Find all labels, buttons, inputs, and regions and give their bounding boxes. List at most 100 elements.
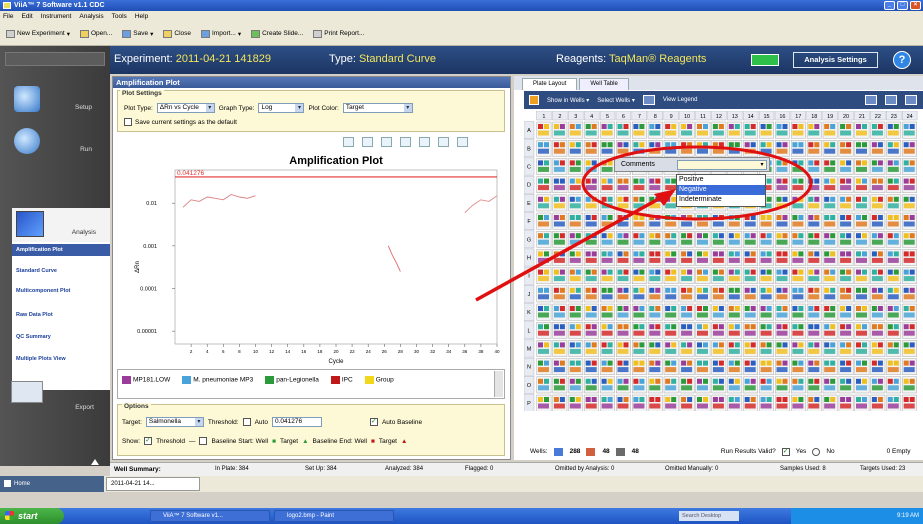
nav-collapse-bar[interactable]	[5, 52, 105, 66]
subnav-qc-summary[interactable]: QC Summary	[12, 334, 110, 340]
subnav-multiple-plots-view[interactable]: Multiple Plots View	[12, 356, 110, 362]
legend-scrollbar[interactable]	[494, 371, 503, 397]
home-button[interactable]: Home	[0, 476, 104, 492]
well-target-chip	[744, 215, 750, 220]
experiment-file-tab[interactable]: 2011-04-21 14...	[106, 477, 200, 491]
auto-threshold-checkbox[interactable]	[242, 418, 251, 426]
well-target-chip	[909, 397, 915, 402]
well-target-chip	[633, 342, 639, 348]
plot-color-select[interactable]: Target	[342, 103, 413, 113]
plate-color-icon[interactable]	[529, 95, 539, 105]
well-target-chip	[782, 324, 788, 330]
menu-bar: File Edit Instrument Analysis Tools Help	[0, 11, 923, 22]
well-sample-chip	[903, 130, 915, 136]
menu-edit[interactable]: Edit	[21, 11, 32, 22]
legend-item[interactable]: M. pneumoniae MP3	[182, 376, 253, 384]
option-indeterminate[interactable]: Indeterminate	[677, 195, 765, 205]
nav-scroll-up-icon[interactable]	[91, 459, 99, 465]
panel-title: Amplification Plot	[113, 77, 510, 88]
maximize-button[interactable]: □	[897, 1, 908, 10]
graph-type-select[interactable]: Log	[258, 103, 305, 113]
threshold-input[interactable]: 0.041276	[271, 417, 322, 427]
legend-item[interactable]: IPC	[330, 376, 353, 384]
well-sample-chip	[856, 130, 867, 136]
tab-plate-layout[interactable]: Plate Layout	[522, 78, 578, 90]
nav-analysis[interactable]: Analysis	[12, 208, 110, 242]
target-select[interactable]: Salmonella	[145, 417, 204, 427]
menu-tools[interactable]: Tools	[112, 11, 127, 22]
export-image-icon[interactable]	[438, 137, 449, 147]
show-in-wells-button[interactable]: Show in Wells ▾	[547, 97, 589, 104]
create-slide-button[interactable]: Create Slide...	[251, 29, 303, 38]
desktop-search-input[interactable]: Search Desktop	[679, 511, 739, 521]
taskbar-paint[interactable]: logo2.bmp - Paint	[274, 510, 394, 522]
plot-type-select[interactable]: ΔRn vs Cycle	[156, 103, 215, 113]
menu-analysis[interactable]: Analysis	[79, 11, 103, 22]
well-target-chip	[665, 142, 671, 148]
help-icon[interactable]: ?	[893, 51, 911, 69]
print-report-button[interactable]: Print Report...	[313, 29, 364, 38]
import-button[interactable]: Import... ▾	[201, 29, 241, 38]
well-sample-chip	[601, 294, 613, 300]
nav-run[interactable]: Run	[8, 124, 102, 162]
view-legend-button[interactable]: View Legend	[663, 97, 698, 103]
chart-icon[interactable]	[419, 137, 430, 147]
well-target-chip	[553, 378, 559, 384]
taskbar-viia7[interactable]: ViiA™ 7 Software v1...	[150, 510, 270, 522]
start-button[interactable]: start	[0, 508, 64, 524]
threshold-checkbox[interactable]: ✓	[144, 437, 153, 445]
option-positive[interactable]: Positive	[677, 175, 765, 185]
subnav-raw-data-plot[interactable]: Raw Data Plot	[12, 312, 110, 318]
option-negative[interactable]: Negative	[677, 185, 765, 195]
print-icon[interactable]	[381, 137, 392, 147]
run-valid-no-radio[interactable]	[812, 447, 821, 456]
plate-fit-icon[interactable]	[905, 95, 917, 105]
close-button[interactable]: Close	[163, 29, 191, 38]
save-button[interactable]: Save ▾	[122, 29, 153, 38]
well-sample-chip	[585, 312, 597, 318]
select-wells-button[interactable]: Select Wells ▾	[597, 97, 635, 104]
copy-icon[interactable]	[400, 137, 411, 147]
menu-file[interactable]: File	[3, 11, 13, 22]
well-target-chip	[734, 397, 740, 402]
subnav-standard-curve[interactable]: Standard Curve	[12, 268, 110, 274]
legend-item[interactable]: MP181.LOW	[122, 376, 170, 384]
nav-setup[interactable]: Setup	[8, 82, 102, 120]
menu-help[interactable]: Help	[135, 11, 148, 22]
zoom-plate-icon[interactable]	[865, 95, 877, 105]
well-sample-chip	[792, 403, 804, 409]
baseline-start-checkbox[interactable]	[199, 437, 208, 445]
plate-grid: 1 2 3 4 5 6 7 8 9 10 11 12 13 14 15 16 17 18 19 20 21 22 23 24A…	[524, 111, 918, 411]
menu-instrument[interactable]: Instrument	[41, 11, 72, 22]
comments-select[interactable]	[677, 160, 767, 170]
open-button[interactable]: Open...	[79, 29, 112, 38]
new-experiment-button[interactable]: New Experiment ▾	[6, 29, 70, 38]
minimize-button[interactable]: _	[884, 1, 895, 10]
settings-icon[interactable]	[457, 137, 468, 147]
tab-well-table[interactable]: Well Table	[579, 78, 629, 90]
analysis-settings-button[interactable]: Analysis Settings	[793, 52, 878, 68]
x-tick-label: 30	[414, 349, 420, 354]
close-window-button[interactable]: ×	[910, 1, 921, 10]
well-target-chip	[909, 196, 915, 202]
run-valid-yes-radio[interactable]: ✓	[781, 447, 790, 456]
well-sample-chip	[808, 312, 820, 318]
nav-export[interactable]: Export	[8, 381, 102, 421]
legend-item[interactable]: Group	[364, 376, 394, 384]
well-target-chip	[538, 324, 543, 330]
well-target-chip	[840, 251, 846, 257]
auto-baseline-checkbox[interactable]: ✓	[369, 418, 378, 426]
zoom-in-icon[interactable]	[343, 137, 354, 147]
subnav-amplification-plot[interactable]: Amplification Plot	[12, 244, 110, 256]
well-target-chip	[687, 324, 693, 330]
well-sample-chip	[744, 367, 756, 373]
well-target-chip	[760, 124, 766, 129]
well-target-chip	[712, 306, 718, 311]
well-target-chip	[591, 306, 597, 311]
legend-item[interactable]: pan-Legionella	[265, 376, 319, 384]
zoom-out-icon[interactable]	[362, 137, 373, 147]
save-default-checkbox[interactable]	[124, 118, 132, 126]
plate-grid-icon[interactable]	[885, 95, 897, 105]
subnav-multicomponent-plot[interactable]: Multicomponent Plot	[12, 288, 110, 294]
well-target-chip	[893, 178, 899, 184]
